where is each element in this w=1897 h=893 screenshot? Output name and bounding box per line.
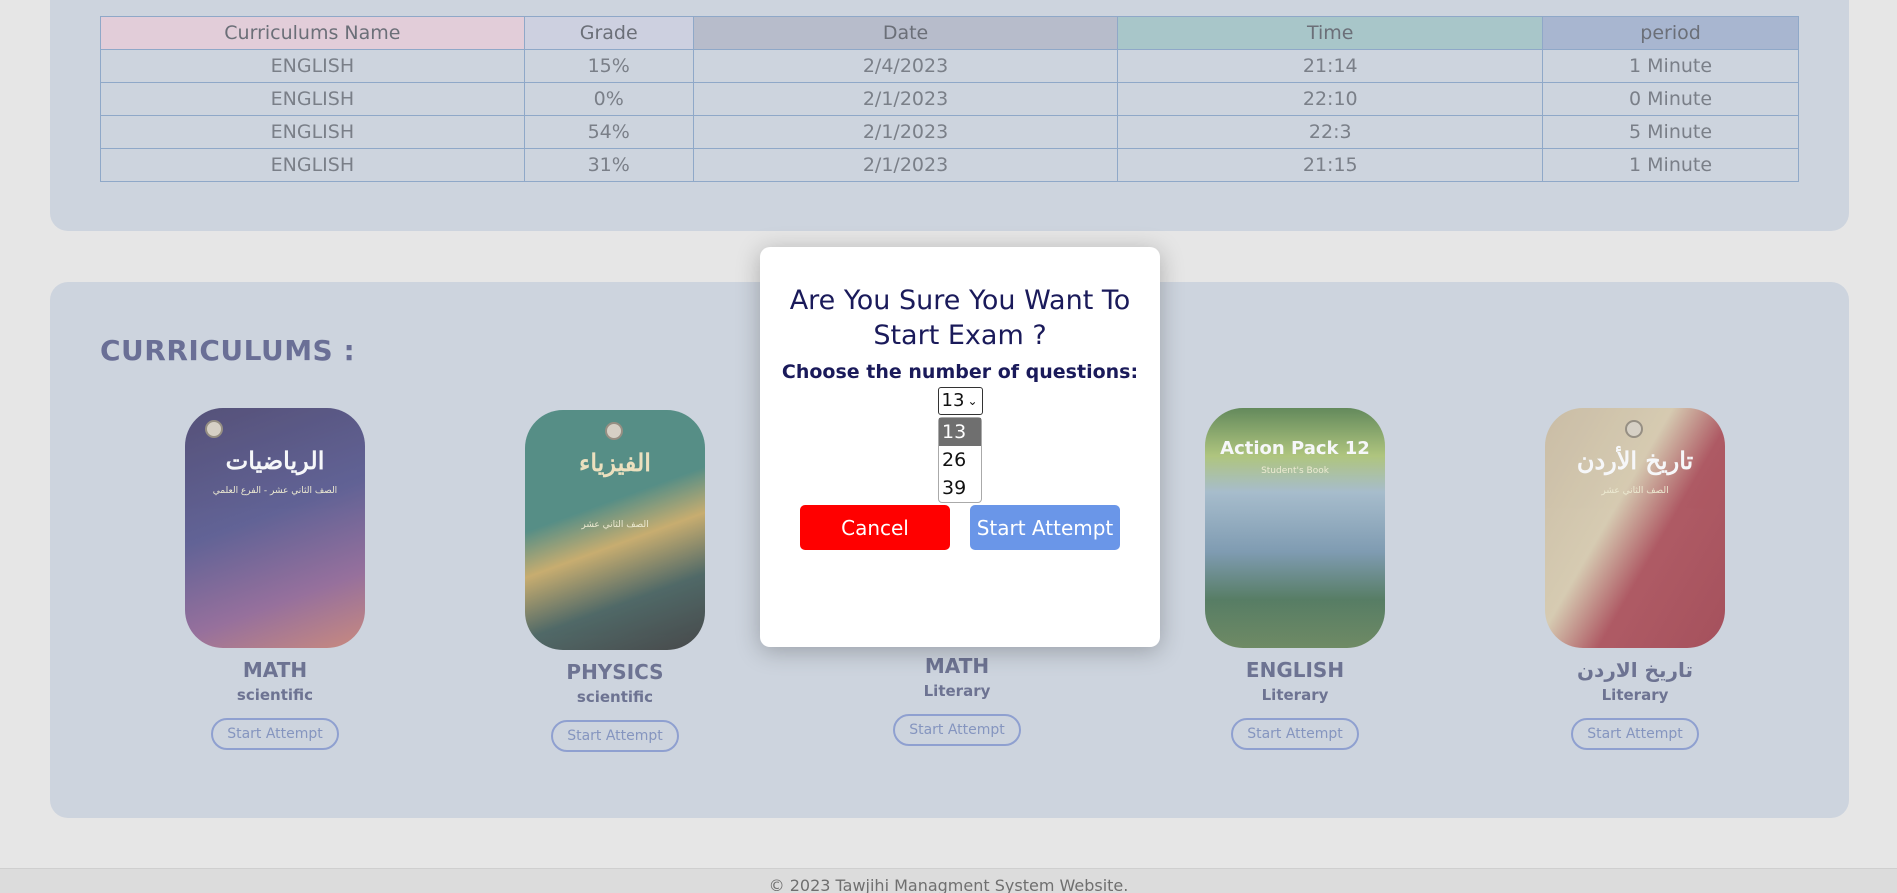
col-time: Time: [1117, 16, 1544, 50]
start-attempt-button[interactable]: Start Attempt: [551, 720, 679, 752]
emblem-icon: [205, 420, 223, 438]
select-value: 13: [941, 390, 965, 411]
curriculum-card-math-scientific: الرياضيات الصف الثاني عشر - الفرع العلمي…: [180, 408, 370, 750]
english-book-cover: Action Pack 12 Student's Book: [1205, 408, 1385, 648]
chevron-down-icon: ⌄: [967, 394, 978, 408]
cover-title: الرياضيات: [225, 446, 325, 475]
cell-date: 2/1/2023: [692, 82, 1119, 116]
table-row: ENGLISH 31% 2/1/2023 21:15 1 Minute: [100, 148, 1799, 182]
cell-grade: 54%: [523, 115, 694, 149]
cell-period: 1 Minute: [1542, 148, 1799, 182]
history-table: Curriculums Name Grade Date Time period …: [100, 16, 1799, 182]
table-row: ENGLISH 15% 2/4/2023 21:14 1 Minute: [100, 49, 1799, 83]
option-13[interactable]: 13: [939, 418, 981, 446]
curriculum-card-history-literary: تاريخ الأردن الصف الثاني عشر تاريخ الارد…: [1540, 408, 1730, 750]
start-exam-modal: Are You Sure You Want To Start Exam ? Ch…: [760, 247, 1160, 647]
card-name: PHYSICS: [566, 660, 664, 684]
cell-grade: 15%: [523, 49, 694, 83]
cell-period: 0 Minute: [1542, 82, 1799, 116]
cover-title: الفيزياء: [579, 448, 651, 477]
card-name: ENGLISH: [1245, 658, 1345, 682]
math-book-cover: الرياضيات الصف الثاني عشر - الفرع العلمي: [185, 408, 365, 648]
table-row: ENGLISH 54% 2/1/2023 22:3 5 Minute: [100, 115, 1799, 149]
cell-grade: 31%: [523, 148, 694, 182]
cell-name: ENGLISH: [100, 148, 525, 182]
start-attempt-button[interactable]: Start Attempt: [1231, 718, 1359, 750]
card-track: scientific: [236, 686, 314, 704]
cover-subtitle: الصف الثاني عشر: [581, 520, 649, 530]
curriculum-card-physics-scientific: الفيزياء الصف الثاني عشر PHYSICS scienti…: [520, 410, 710, 752]
cover-subtitle: Student's Book: [1261, 466, 1329, 476]
card-track: Literary: [923, 682, 991, 700]
emblem-icon: [605, 422, 623, 440]
start-attempt-button[interactable]: Start Attempt: [893, 714, 1021, 746]
start-attempt-button[interactable]: Start Attempt: [211, 718, 339, 750]
option-39[interactable]: 39: [939, 474, 981, 502]
emblem-icon: [1625, 420, 1643, 438]
history-header-row: Curriculums Name Grade Date Time period: [100, 16, 1799, 50]
cell-grade: 0%: [523, 82, 694, 116]
curriculum-card-math-literary: MATH Literary Start Attempt: [862, 654, 1052, 746]
question-count-select[interactable]: 13 ⌄: [937, 387, 983, 415]
history-book-cover: تاريخ الأردن الصف الثاني عشر: [1545, 408, 1725, 648]
card-name: تاريخ الاردن: [1576, 658, 1693, 682]
choose-questions-label: Choose the number of questions:: [781, 361, 1139, 383]
card-track: Literary: [1261, 686, 1329, 704]
card-track: scientific: [576, 688, 654, 706]
cell-time: 22:10: [1117, 82, 1544, 116]
footer-copyright: © 2023 Tawjihi Managment System Website.: [0, 868, 1897, 893]
cover-title: Action Pack 12: [1220, 438, 1370, 459]
cover-title: تاريخ الأردن: [1576, 446, 1694, 475]
card-track: Literary: [1601, 686, 1669, 704]
cell-time: 21:14: [1117, 49, 1544, 83]
col-grade: Grade: [523, 16, 694, 50]
card-name: MATH: [242, 658, 308, 682]
col-curriculum-name: Curriculums Name: [100, 16, 525, 50]
option-26[interactable]: 26: [939, 446, 981, 474]
cell-name: ENGLISH: [100, 82, 525, 116]
cell-date: 2/1/2023: [692, 148, 1119, 182]
cell-name: ENGLISH: [100, 49, 525, 83]
card-name: MATH: [924, 654, 990, 678]
cancel-button[interactable]: Cancel: [800, 505, 950, 550]
cell-time: 22:3: [1117, 115, 1544, 149]
cover-subtitle: الصف الثاني عشر: [1601, 486, 1669, 496]
cover-subtitle: الصف الثاني عشر - الفرع العلمي: [212, 486, 338, 496]
cell-time: 21:15: [1117, 148, 1544, 182]
cell-period: 1 Minute: [1542, 49, 1799, 83]
question-count-options: 13 26 39: [938, 417, 982, 503]
start-attempt-confirm-button[interactable]: Start Attempt: [970, 505, 1120, 550]
cell-date: 2/1/2023: [692, 115, 1119, 149]
col-period: period: [1542, 16, 1799, 50]
col-date: Date: [692, 16, 1119, 50]
cell-name: ENGLISH: [100, 115, 525, 149]
cell-date: 2/4/2023: [692, 49, 1119, 83]
start-attempt-button[interactable]: Start Attempt: [1571, 718, 1699, 750]
modal-title: Are You Sure You Want To Start Exam ?: [789, 285, 1131, 351]
table-row: ENGLISH 0% 2/1/2023 22:10 0 Minute: [100, 82, 1799, 116]
cell-period: 5 Minute: [1542, 115, 1799, 149]
physics-book-cover: الفيزياء الصف الثاني عشر: [525, 410, 705, 650]
curriculums-title: CURRICULUMS :: [100, 334, 356, 367]
curriculum-card-english-literary: Action Pack 12 Student's Book ENGLISH Li…: [1200, 408, 1390, 750]
